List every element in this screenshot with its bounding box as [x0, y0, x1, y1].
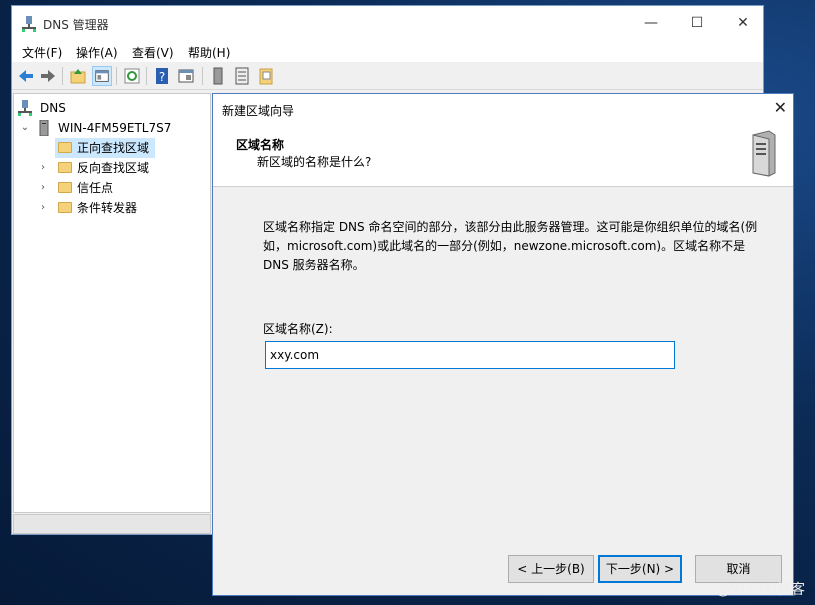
tree-label: 反向查找区域: [77, 161, 150, 175]
wizard-header: 区域名称 新区域的名称是什么?: [213, 124, 793, 187]
show-hide-tree-icon[interactable]: [92, 66, 112, 86]
back-arrow-icon[interactable]: [16, 66, 36, 86]
toolbar-separator: [62, 67, 63, 85]
folder-icon: [58, 142, 72, 153]
tree-item-dns[interactable]: DNS: [18, 98, 198, 118]
server-icon: [39, 120, 49, 136]
menu-bar: 文件(F) 操作(A) 查看(V) 帮助(H): [12, 40, 763, 62]
dns-icon: [18, 100, 32, 116]
server-icon[interactable]: [208, 66, 228, 86]
toolbar: ?: [12, 63, 763, 90]
status-bar: [13, 514, 211, 534]
list-icon[interactable]: [232, 66, 252, 86]
chevron-right-icon[interactable]: ›: [38, 158, 48, 178]
wizard-title-bar: 新建区域向导 ✕: [213, 94, 793, 124]
chevron-down-icon[interactable]: ⌄: [20, 118, 30, 138]
menu-view[interactable]: 查看(V): [132, 44, 174, 61]
next-button[interactable]: 下一步(N) >: [598, 555, 682, 583]
maximize-button[interactable]: ☐: [674, 6, 720, 40]
tree-label: 条件转发器: [77, 201, 138, 215]
chevron-right-icon[interactable]: ›: [38, 178, 48, 198]
tree-item-forward-zones[interactable]: 正向查找区域: [55, 138, 155, 158]
tree-item-reverse-zones[interactable]: › 反向查找区域: [38, 158, 188, 178]
menu-action[interactable]: 操作(A): [76, 44, 118, 61]
close-button[interactable]: ✕: [720, 6, 766, 40]
tree-item-conditional-forwarders[interactable]: › 条件转发器: [38, 198, 188, 218]
back-button[interactable]: < 上一步(B): [508, 555, 594, 583]
title-bar: DNS 管理器 — ☐ ✕: [12, 6, 763, 40]
new-zone-wizard-dialog: 新建区域向导 ✕ 区域名称 新区域的名称是什么? 区域名称指定 DNS 命名空间…: [212, 93, 794, 596]
document-icon[interactable]: [256, 66, 276, 86]
tree-label: 正向查找区域: [77, 141, 150, 155]
properties-icon[interactable]: [176, 66, 196, 86]
svg-text:?: ?: [159, 70, 165, 84]
folder-icon: [58, 182, 72, 193]
wizard-title: 新建区域向导: [222, 104, 295, 118]
zone-name-label: 区域名称(Z):: [263, 322, 333, 336]
refresh-icon[interactable]: [122, 66, 142, 86]
close-icon[interactable]: ✕: [774, 98, 787, 117]
toolbar-separator: [146, 67, 147, 85]
help-icon[interactable]: ?: [152, 66, 172, 86]
folder-icon: [58, 162, 72, 173]
toolbar-separator: [116, 67, 117, 85]
menu-help[interactable]: 帮助(H): [188, 44, 230, 61]
dns-app-icon: [22, 16, 36, 32]
tree-label: DNS: [40, 101, 66, 115]
tree-label: WIN-4FM59ETL7S7: [58, 121, 172, 135]
chevron-right-icon[interactable]: ›: [38, 198, 48, 218]
wizard-description: 区域名称指定 DNS 命名空间的部分，该部分由此服务器管理。这可能是你组织单位的…: [263, 220, 758, 272]
wizard-page-title: 区域名称: [236, 138, 285, 152]
server-tower-icon: [752, 130, 776, 177]
up-folder-icon[interactable]: [68, 66, 88, 86]
folder-icon: [58, 202, 72, 213]
watermark: @51CTO博客: [715, 582, 805, 598]
console-tree: DNS ⌄ WIN-4FM59ETL7S7 正向查找区域 › 反向查找区域 › …: [13, 93, 211, 513]
wizard-page-subtitle: 新区域的名称是什么?: [257, 155, 372, 169]
tree-item-server[interactable]: ⌄ WIN-4FM59ETL7S7: [18, 118, 208, 138]
minimize-button[interactable]: —: [628, 6, 674, 40]
tree-label: 信任点: [77, 181, 114, 195]
menu-file[interactable]: 文件(F): [22, 44, 62, 61]
zone-name-input[interactable]: [265, 341, 675, 369]
toolbar-separator: [202, 67, 203, 85]
forward-arrow-icon[interactable]: [38, 66, 58, 86]
tree-item-trust-points[interactable]: › 信任点: [38, 178, 188, 198]
window-title: DNS 管理器: [43, 18, 109, 32]
